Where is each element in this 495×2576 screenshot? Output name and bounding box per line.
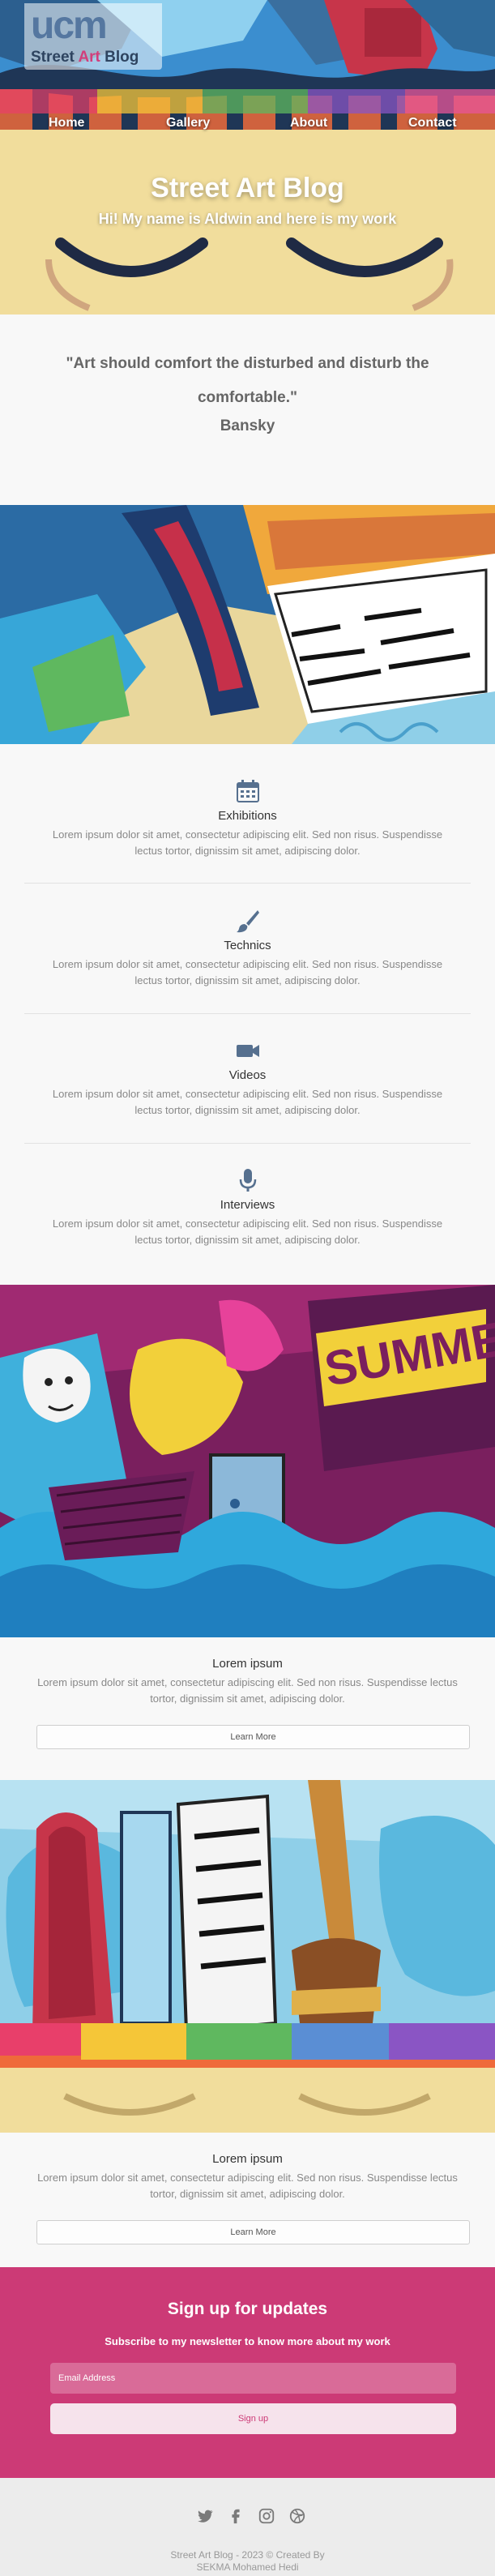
signup-button[interactable]: Sign up	[50, 2403, 456, 2434]
learn-more-button[interactable]: Learn More	[36, 2220, 470, 2244]
signup-title: Sign up for updates	[167, 2300, 328, 2318]
card-2: Lorem ipsum Lorem ipsum dolor sit amet, …	[0, 2133, 495, 2267]
hero-section: ucm Street Art Blog Home Gallery About C…	[0, 0, 495, 315]
feature-desc: Lorem ipsum dolor sit amet, consectetur …	[52, 1088, 443, 1116]
features-section: Exhibitions Lorem ipsum dolor sit amet, …	[0, 750, 495, 1285]
divider	[24, 883, 471, 884]
facebook-icon[interactable]	[227, 2507, 245, 2525]
card-2-image	[0, 1780, 495, 2133]
feature-title: Videos	[228, 1068, 267, 1082]
feature-desc: Lorem ipsum dolor sit amet, consectetur …	[52, 828, 443, 857]
dribbble-icon[interactable]	[288, 2507, 306, 2525]
hero-title: Street Art Blog	[151, 173, 344, 203]
logo-mark: ucm	[31, 4, 108, 47]
footer-line-1: Street Art Blog - 2023 © Created By	[170, 2549, 325, 2561]
footer-credits: Street Art Blog - 2023 © Created By SEKM…	[146, 2549, 349, 2574]
feature-technics: Technics Lorem ipsum dolor sit amet, con…	[24, 908, 471, 997]
quote-author: Bansky	[220, 417, 275, 434]
social-links	[193, 2507, 306, 2527]
hero-subtitle: Hi! My name is Aldwin and here is my wor…	[98, 211, 397, 227]
card-desc: Lorem ipsum dolor sit amet, consectetur …	[37, 1676, 458, 1705]
site-logo[interactable]: ucm Street Art Blog	[24, 3, 162, 70]
feature-exhibitions: Exhibitions Lorem ipsum dolor sit amet, …	[24, 778, 471, 867]
card-title: Lorem ipsum	[212, 2152, 283, 2166]
artwork-banner-1	[0, 505, 495, 744]
microphone-icon	[239, 1169, 257, 1192]
footer: Street Art Blog - 2023 © Created By SEKM…	[0, 2478, 495, 2576]
feature-title: Exhibitions	[218, 809, 277, 823]
nav-contact[interactable]: Contact	[408, 113, 457, 133]
quote-text: "Art should comfort the disturbed and di…	[66, 355, 429, 406]
feature-title: Technics	[224, 939, 271, 952]
logo-text-c: Blog	[100, 49, 139, 66]
logo-text-a: Street	[31, 49, 79, 66]
nav-gallery[interactable]: Gallery	[166, 113, 210, 133]
main-nav: Home Gallery About Contact	[0, 113, 495, 133]
divider	[24, 1013, 471, 1014]
signup-section: Sign up for updates Subscribe to my news…	[0, 2267, 495, 2478]
nav-home[interactable]: Home	[49, 113, 84, 133]
card-1: Lorem ipsum Lorem ipsum dolor sit amet, …	[0, 1637, 495, 1775]
video-camera-icon	[237, 1045, 259, 1057]
divider	[24, 1143, 471, 1144]
calendar-icon	[237, 780, 259, 802]
logo-text: Street Art Blog	[31, 49, 139, 66]
instagram-icon[interactable]	[258, 2507, 275, 2525]
twitter-icon[interactable]	[196, 2507, 214, 2525]
feature-desc: Lorem ipsum dolor sit amet, consectetur …	[52, 958, 443, 986]
paintbrush-icon	[237, 910, 259, 933]
learn-more-button[interactable]: Learn More	[36, 1725, 470, 1749]
logo-text-b: Art	[78, 49, 100, 66]
nav-about[interactable]: About	[290, 113, 327, 133]
card-desc: Lorem ipsum dolor sit amet, consectetur …	[37, 2172, 458, 2200]
email-field[interactable]	[50, 2363, 456, 2394]
card-title: Lorem ipsum	[212, 1657, 283, 1671]
quote-section: "Art should comfort the disturbed and di…	[0, 315, 495, 505]
signup-subtitle: Subscribe to my newsletter to know more …	[105, 2335, 390, 2347]
feature-interviews: Interviews Lorem ipsum dolor sit amet, c…	[24, 1167, 471, 1256]
feature-videos: Videos Lorem ipsum dolor sit amet, conse…	[24, 1038, 471, 1127]
footer-line-2: SEKMA Mohamed Hedi	[196, 2561, 299, 2573]
feature-desc: Lorem ipsum dolor sit amet, consectetur …	[52, 1217, 443, 1246]
card-1-image: SUMME	[0, 1285, 495, 1637]
feature-title: Interviews	[220, 1198, 275, 1212]
